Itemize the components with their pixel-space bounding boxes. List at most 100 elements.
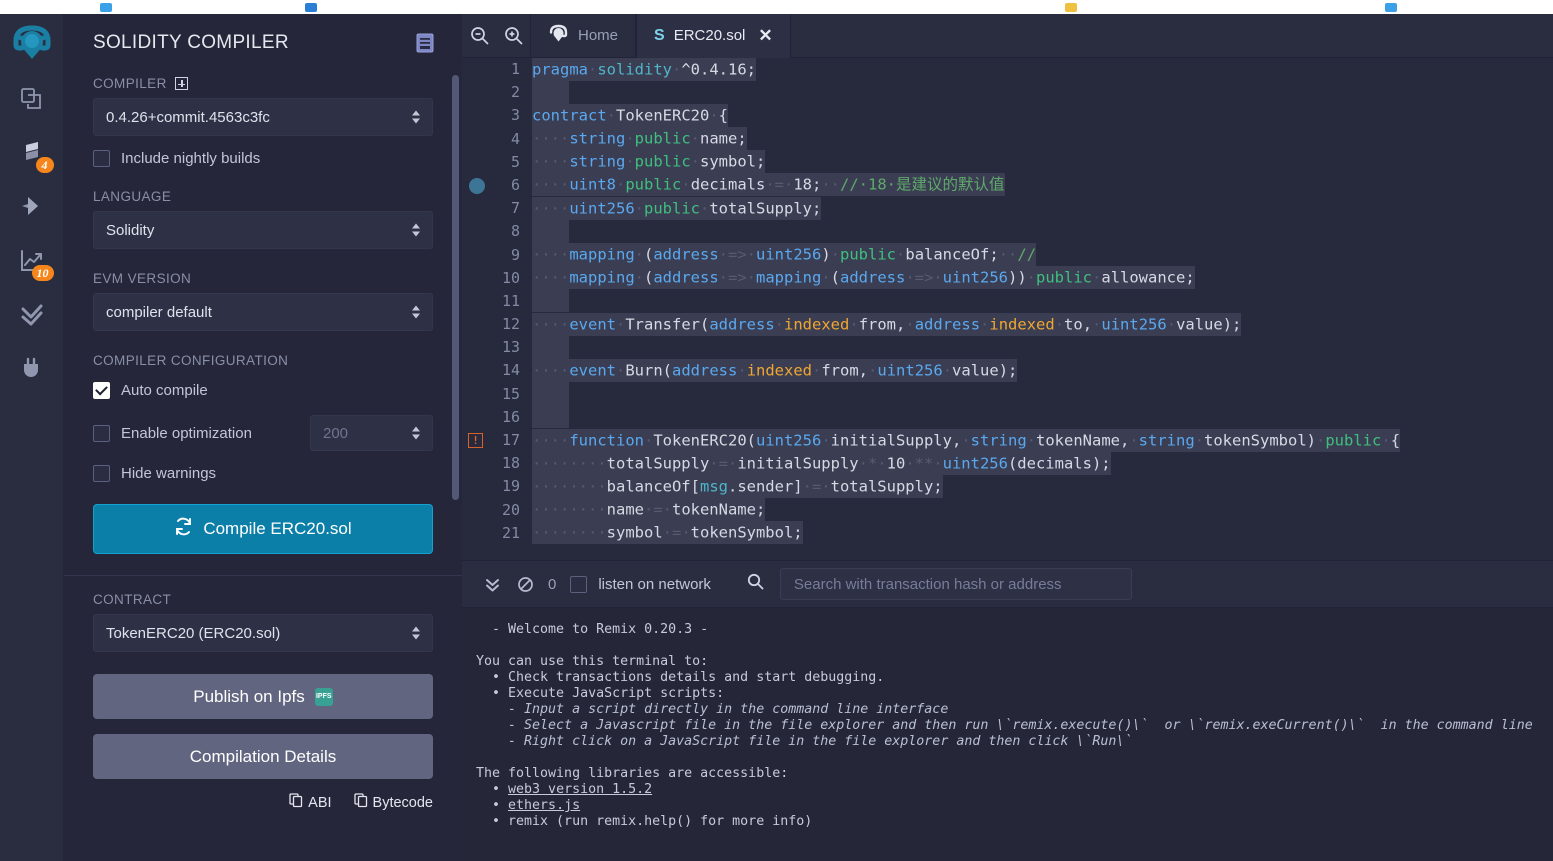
close-icon[interactable]: ✕ (758, 26, 772, 46)
sidebar-item-debugger[interactable]: 10 (10, 239, 54, 283)
nightly-builds-checkbox[interactable] (93, 150, 110, 167)
evm-version-select[interactable]: compiler default (93, 293, 433, 331)
code-line[interactable]: 12 ····event·Transfer(address·indexed·fro… (462, 312, 1553, 336)
terminal-bullet-line: • remix (run remix.help() for more info) (476, 814, 813, 829)
transaction-search-input[interactable]: Search with transaction hash or address (779, 568, 1132, 600)
remix-logo[interactable] (9, 21, 55, 67)
line-number: 5 (510, 152, 520, 171)
page-title: SOLIDITY COMPILER (93, 32, 289, 53)
line-number: 10 (501, 268, 520, 287)
auto-compile-label: Auto compile (121, 382, 208, 399)
code-line[interactable]: 13 (462, 335, 1553, 359)
enable-optimization-checkbox[interactable] (93, 424, 110, 442)
code-line[interactable]: 8 (462, 219, 1553, 243)
sidebar-item-plugin-manager[interactable] (10, 347, 54, 391)
terminal-link-line[interactable]: • ethers.js (476, 798, 1553, 814)
code-line[interactable]: 11 (462, 289, 1553, 313)
sidebar-item-deploy-run[interactable] (10, 185, 54, 229)
code-line-text: ········totalSupply·=·initialSupply·*·10… (532, 451, 1111, 475)
compiler-version-select[interactable]: 0.4.26+commit.4563c3fc (93, 98, 433, 136)
code-line[interactable]: 17 ····function·TokenERC20(uint256·initia… (462, 428, 1553, 452)
code-line[interactable]: 20 ········name·=·tokenName; (462, 498, 1553, 522)
code-line-text: pragma·solidity·^0.4.16; (532, 58, 756, 81)
code-line-text: ····string·public·symbol; (532, 150, 766, 174)
code-line-text (532, 289, 570, 313)
code-line[interactable]: 4 ····string·public·name; (462, 127, 1553, 151)
code-line[interactable]: 16 (462, 405, 1553, 429)
solidity-file-icon: S (654, 26, 665, 44)
code-line[interactable]: 10 ····mapping·(address·=>·mapping·(addre… (462, 266, 1553, 290)
ban-icon[interactable] (509, 568, 542, 601)
line-number: 19 (501, 477, 520, 496)
line-number: 13 (501, 338, 520, 357)
zoom-out-icon[interactable] (462, 14, 496, 58)
auto-compile-checkbox[interactable] (93, 382, 110, 399)
add-custom-compiler-icon[interactable] (174, 77, 188, 90)
copy-abi-button[interactable]: ABI (289, 793, 332, 812)
code-line[interactable]: 9 ····mapping·(address·=>·uint256)·public… (462, 243, 1553, 267)
publish-on-ipfs-button[interactable]: Publish on Ipfs IPFS (93, 674, 433, 719)
sidebar-item-file-explorer[interactable] (10, 77, 54, 121)
code-line[interactable]: 6 ····uint8·public·decimals·=·18;··//·18·… (462, 173, 1553, 197)
article-icon[interactable] (416, 33, 434, 53)
bookmark-favicon (1065, 3, 1077, 12)
hide-warnings-checkbox[interactable] (93, 465, 110, 482)
terminal-link[interactable]: ethers.js (508, 798, 580, 813)
code-line-text (532, 335, 570, 359)
copy-bytecode-button[interactable]: Bytecode (353, 793, 433, 812)
code-line[interactable]: 15 (462, 382, 1553, 406)
compiler-configuration-label: COMPILER CONFIGURATION (93, 353, 289, 368)
tab-erc20-sol-label: ERC20.sol (673, 27, 746, 44)
zoom-in-icon[interactable] (496, 14, 530, 58)
code-line[interactable]: 21 ········symbol·=·tokenSymbol; (462, 521, 1553, 545)
tab-erc20-sol[interactable]: S ERC20.sol ✕ (636, 13, 791, 58)
line-number: 17 (501, 431, 520, 449)
code-line[interactable]: 19 ········balanceOf[msg.sender]·=·totalS… (462, 474, 1553, 498)
code-line[interactable]: 1 pragma·solidity·^0.4.16; (462, 58, 1553, 81)
optimization-runs-stepper[interactable]: 200 (310, 415, 433, 451)
chevron-updown-icon (412, 110, 420, 124)
line-number: 12 (501, 315, 520, 334)
enable-optimization-group[interactable]: Enable optimization (93, 424, 252, 442)
code-line-text: contract·TokenERC20·{ (532, 103, 729, 127)
hide-warnings-row[interactable]: Hide warnings (93, 465, 433, 482)
code-line[interactable]: 2 (462, 80, 1553, 104)
listen-on-network-checkbox[interactable] (570, 575, 588, 593)
code-line-text (532, 219, 570, 243)
code-line[interactable]: 14 ····event·Burn(address·indexed·from,·u… (462, 358, 1553, 382)
code-line[interactable]: 7 ····uint256·public·totalSupply; (462, 196, 1553, 220)
nightly-builds-row[interactable]: Include nightly builds (93, 150, 433, 167)
code-line-text (532, 405, 570, 429)
terminal-link-line[interactable]: • web3 version 1.5.2 (476, 782, 1553, 798)
code-editor[interactable]: ! 1 pragma·solidity·^0.4.16; 2 3 contract·T… (462, 58, 1553, 560)
language-select[interactable]: Solidity (93, 211, 433, 249)
panel-body: COMPILER 0.4.26+commit.4563c3fc Include … (64, 76, 462, 812)
terminal-link[interactable]: web3 version 1.5.2 (508, 782, 652, 797)
line-number: 4 (510, 129, 520, 148)
compilation-details-button[interactable]: Compilation Details (93, 734, 433, 779)
chevrons-down-icon[interactable] (476, 568, 509, 601)
copy-abi-label: ABI (308, 794, 332, 811)
contract-select[interactable]: TokenERC20 (ERC20.sol) (93, 614, 433, 652)
terminal-toolbar: 0 listen on network Search with transact… (462, 560, 1553, 608)
tab-home[interactable]: Home (530, 13, 637, 58)
panel-scrollbar[interactable] (452, 75, 459, 500)
code-line-text: ····event·Burn(address·indexed·from,·uin… (532, 358, 1018, 382)
tab-home-label: Home (578, 27, 619, 44)
sidebar-item-static-analysis[interactable] (10, 293, 54, 337)
terminal-sub-line: - Select a Javascript file in the file e… (476, 718, 1533, 733)
code-line[interactable]: 3 contract·TokenERC20·{ (462, 103, 1553, 127)
chevron-updown-icon (412, 305, 420, 319)
code-line-text (532, 80, 570, 104)
compile-button[interactable]: Compile ERC20.sol (93, 504, 433, 554)
code-line[interactable]: 18 ········totalSupply·=·initialSupply·*·… (462, 451, 1553, 475)
remix-ide-window: 4 10 SOLIDITY COMPILER COMPILER 0.4.26+c… (0, 0, 1553, 861)
terminal-line: You can use this terminal to: (476, 654, 709, 669)
code-line[interactable]: 5 ····string·public·symbol; (462, 150, 1553, 174)
search-icon[interactable] (747, 573, 764, 595)
browser-bookmark-strip (0, 0, 1553, 14)
auto-compile-row[interactable]: Auto compile (93, 382, 433, 399)
sidebar-item-solidity-compiler[interactable]: 4 (10, 131, 54, 175)
code-line-text: ····event·Transfer(address·indexed·from,… (532, 312, 1242, 336)
line-number: 11 (501, 291, 520, 310)
